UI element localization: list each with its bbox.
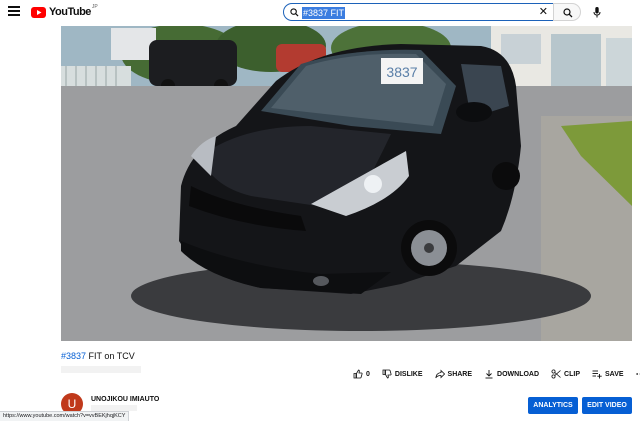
share-icon — [434, 369, 445, 379]
video-title-text: FIT on TCV — [86, 351, 135, 361]
windshield-stock-number: 3837 — [386, 64, 417, 80]
like-count: 0 — [366, 370, 370, 378]
download-icon — [485, 370, 493, 379]
share-label: SHARE — [447, 370, 473, 378]
action-bar: 0 DISLIKE SHARE DOWNLOAD CLIP SAVE — [353, 367, 640, 381]
clear-search-button[interactable]: ✕ — [539, 6, 548, 19]
menu-icon — [8, 6, 20, 8]
menu-icon-bar — [8, 10, 20, 12]
redacted-subtitle — [61, 366, 141, 373]
masthead: YouTube JP #3837 FIT ✕ — [0, 0, 640, 24]
download-button[interactable]: DOWNLOAD — [484, 369, 539, 379]
analytics-button[interactable]: ANALYTICS — [528, 397, 578, 414]
save-button[interactable]: SAVE — [592, 369, 624, 379]
dislike-button[interactable]: DISLIKE — [382, 369, 423, 379]
menu-icon-bar — [8, 14, 20, 16]
playlist-add-icon — [592, 370, 602, 379]
video-player[interactable]: 3837 — [61, 26, 632, 341]
thumbs-down-icon — [382, 369, 392, 379]
save-label: SAVE — [605, 370, 624, 378]
menu-button[interactable] — [8, 5, 22, 17]
microphone-icon — [593, 7, 601, 18]
search-icon — [563, 8, 573, 18]
edit-video-button[interactable]: EDIT VIDEO — [582, 397, 632, 414]
search-input[interactable]: #3837 FIT — [302, 7, 346, 19]
share-button[interactable]: SHARE — [434, 369, 473, 379]
video-frame-car-image: 3837 — [61, 26, 632, 341]
logo-wordmark: YouTube — [49, 6, 91, 18]
more-icon: ⋯ — [636, 369, 640, 380]
logo-country-code: JP — [91, 4, 98, 10]
search-box: #3837 FIT ✕ — [283, 3, 554, 21]
hashtag-link[interactable]: #3837 — [61, 351, 86, 361]
download-label: DOWNLOAD — [497, 370, 540, 378]
like-button[interactable]: 0 — [353, 369, 370, 379]
clip-button[interactable]: CLIP — [551, 369, 580, 379]
voice-search-button[interactable] — [588, 3, 606, 21]
scissors-icon — [551, 369, 561, 379]
more-actions-button[interactable]: ⋯ — [636, 369, 640, 380]
clip-label: CLIP — [564, 370, 580, 378]
thumbs-up-icon — [353, 369, 363, 379]
search-button[interactable] — [553, 3, 581, 21]
channel-name[interactable]: UNOJIKOU IMIAUTO — [91, 396, 159, 403]
video-title: #3837 FIT on TCV — [61, 351, 135, 361]
youtube-play-icon — [31, 6, 46, 18]
dislike-label: DISLIKE — [394, 370, 423, 378]
youtube-logo[interactable]: YouTube JP — [31, 4, 98, 20]
search-icon — [290, 8, 299, 17]
